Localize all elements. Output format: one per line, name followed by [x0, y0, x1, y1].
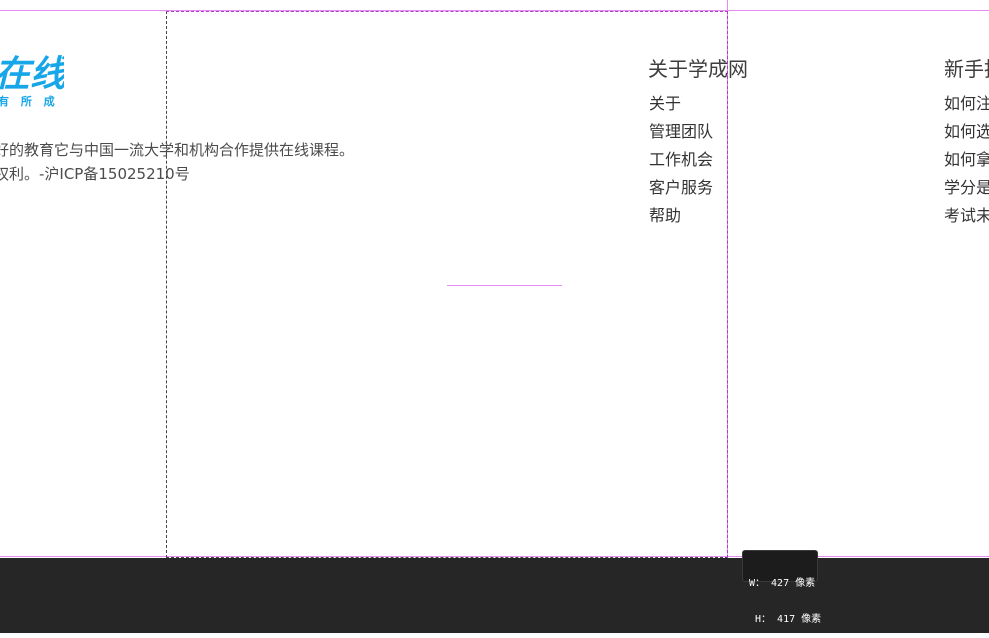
link-newbie-4[interactable]: 学分是 [944, 176, 989, 204]
logo-mark-text: 在线 [0, 54, 64, 92]
guide-segment [447, 285, 562, 286]
column-links-newbie: 如何注 如何选 如何拿 学分是 考试未 [944, 92, 989, 232]
link-management-team[interactable]: 管理团队 [649, 120, 713, 148]
measure-width-text: W： 427 像素 [749, 578, 816, 589]
link-jobs[interactable]: 工作机会 [649, 148, 713, 176]
measure-height-text: H： 417 像素 [749, 614, 822, 625]
link-newbie-3[interactable]: 如何拿 [944, 148, 989, 176]
footer-bar [0, 558, 989, 633]
measure-tooltip: W： 427 像素 H： 417 像素 [742, 550, 821, 625]
column-title-about: 关于学成网 [648, 57, 748, 81]
about-text-line-1: 好的教育它与中国一流大学和机构合作提供在线课程。 [0, 141, 355, 159]
logo-mark-icon: 在线 [0, 54, 64, 92]
column-links-about: 关于 管理团队 工作机会 客户服务 帮助 [649, 92, 713, 232]
column-title-newbie: 新手指 [944, 57, 989, 81]
link-newbie-2[interactable]: 如何选 [944, 120, 989, 148]
link-newbie-1[interactable]: 如何注 [944, 92, 989, 120]
logo[interactable]: 在线 有 所 成 [0, 50, 64, 110]
copyright-text: 权利。-沪ICP备15025210号 [0, 165, 190, 183]
link-help[interactable]: 帮助 [649, 204, 713, 232]
link-about[interactable]: 关于 [649, 92, 713, 120]
link-newbie-5[interactable]: 考试未 [944, 204, 989, 232]
logo-subtitle: 有 所 成 [0, 95, 59, 108]
link-customer-service[interactable]: 客户服务 [649, 176, 713, 204]
